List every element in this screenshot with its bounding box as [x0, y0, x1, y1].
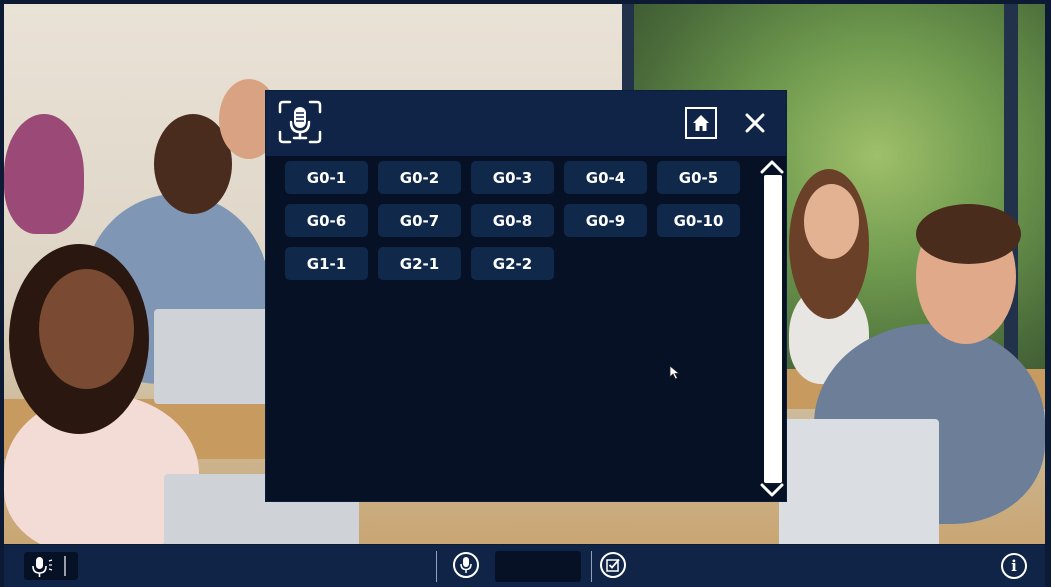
group-button[interactable]: G0-10: [657, 204, 740, 237]
group-button[interactable]: G1-1: [285, 247, 368, 280]
scroll-up-button[interactable]: [759, 157, 785, 175]
mouse-pointer-icon: [669, 365, 683, 381]
scroll-down-button[interactable]: [759, 481, 785, 499]
dialog-header: [266, 91, 786, 156]
home-icon: [693, 115, 709, 131]
toolbar-divider: [436, 551, 437, 582]
group-button[interactable]: G0-4: [564, 161, 647, 194]
toolbar-divider: [591, 551, 592, 582]
bottom-toolbar: i: [4, 545, 1045, 587]
group-button[interactable]: G0-6: [285, 204, 368, 237]
info-icon: i: [1011, 557, 1017, 575]
close-button[interactable]: [743, 111, 767, 135]
close-icon: [745, 113, 765, 133]
student-face: [804, 184, 859, 259]
microphone-active-icon: [32, 556, 66, 577]
voice-input-display: [495, 551, 581, 582]
checkbox-icon: [606, 558, 620, 572]
group-button[interactable]: G0-3: [471, 161, 554, 194]
home-button[interactable]: [685, 107, 717, 139]
scrollbar-track[interactable]: [764, 175, 782, 485]
laptop: [779, 419, 939, 544]
group-button[interactable]: G0-8: [471, 204, 554, 237]
chevron-up-icon: [760, 160, 784, 174]
chevron-down-icon: [760, 483, 784, 497]
group-button[interactable]: G0-2: [378, 161, 461, 194]
microphone-icon: [460, 557, 472, 573]
group-button[interactable]: G2-1: [378, 247, 461, 280]
checklist-button[interactable]: [600, 552, 626, 578]
group-button[interactable]: G0-5: [657, 161, 740, 194]
group-button[interactable]: G0-9: [564, 204, 647, 237]
voice-status-button[interactable]: [24, 552, 78, 580]
scrollbar-thumb[interactable]: [764, 175, 782, 483]
microphone-button[interactable]: [453, 552, 479, 578]
microphone-scan-icon: [278, 100, 322, 144]
group-selection-dialog: G0-1 G0-2 G0-3 G0-4 G0-5 G0-6 G0-7 G0-8 …: [266, 91, 786, 501]
group-button[interactable]: G0-1: [285, 161, 368, 194]
group-button[interactable]: G2-2: [471, 247, 554, 280]
student: [4, 114, 84, 234]
student-hair: [916, 204, 1021, 264]
window-frame: [1004, 4, 1018, 384]
info-button[interactable]: i: [1001, 553, 1027, 579]
student-face: [39, 269, 134, 389]
laptop: [154, 309, 269, 404]
group-button[interactable]: G0-7: [378, 204, 461, 237]
